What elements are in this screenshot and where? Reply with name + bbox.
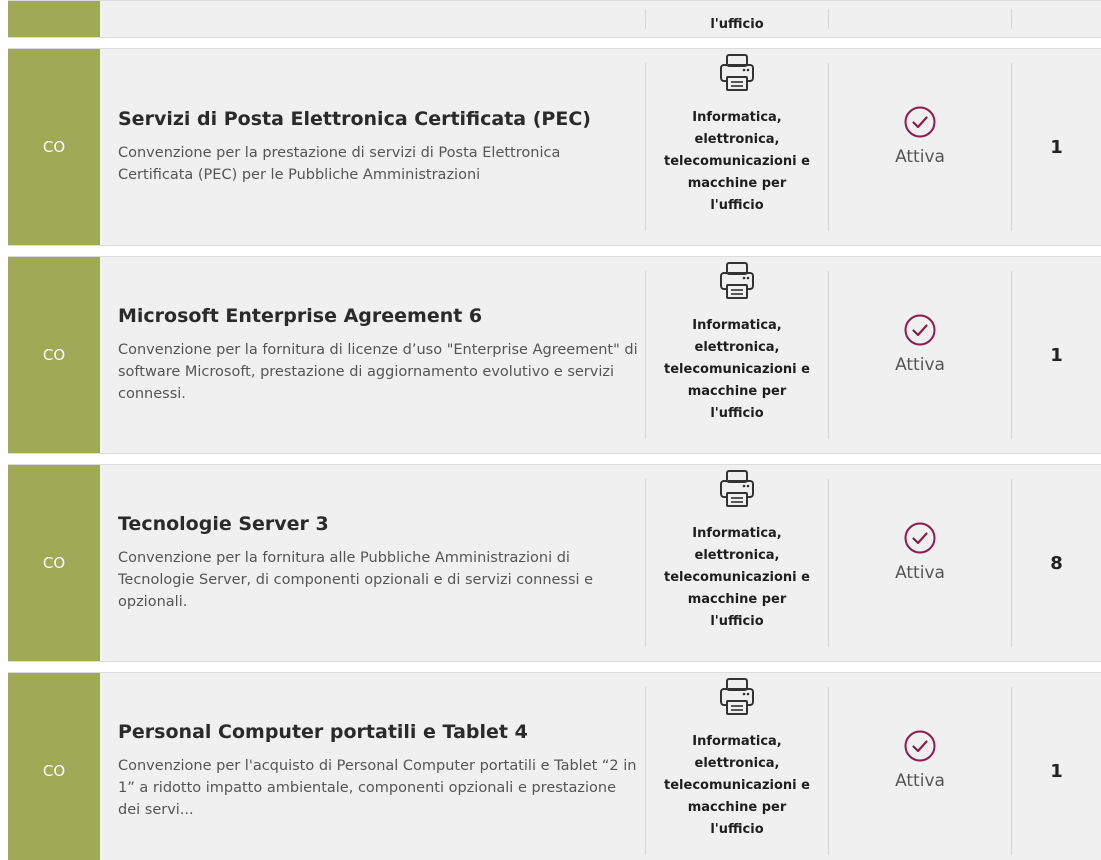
category-label-line: elettronica,: [694, 340, 780, 355]
category-label-line: l'ufficio: [710, 198, 764, 213]
type-badge: CO: [8, 673, 100, 860]
category-cell: Informatica, elettronica, telecomunicazi…: [646, 469, 828, 633]
category-cell: Informatica, elettronica, telecomunicazi…: [646, 53, 828, 217]
type-badge: CO: [8, 49, 100, 245]
status-cell: Attiva: [829, 313, 1011, 375]
item-description: Convenzione per la prestazione di serviz…: [118, 145, 561, 184]
printer-icon: [720, 470, 754, 507]
category-label-line: macchine per: [687, 384, 787, 399]
category-label-line: macchine per: [687, 800, 787, 815]
item-content: Tecnologie Server 3 Convenzione per la f…: [118, 465, 638, 661]
category-label-line: Informatica,: [692, 734, 782, 749]
item-description: Convenzione per la fornitura alle Pubbli…: [118, 550, 594, 611]
item-title[interactable]: Servizi di Posta Elettronica Certificata…: [118, 108, 638, 131]
check-circle-icon: [904, 314, 936, 346]
category-label-line: l'ufficio: [710, 614, 764, 629]
item-content: Servizi di Posta Elettronica Certificata…: [118, 49, 638, 245]
check-circle-icon: [904, 106, 936, 138]
category-label-line: macchine per: [687, 176, 787, 191]
list-item[interactable]: CO Personal Computer portatili e Tablet …: [8, 672, 1101, 860]
item-title[interactable]: Tecnologie Server 3: [118, 513, 638, 536]
type-badge: CO: [8, 257, 100, 453]
category-label-line: l'ufficio: [710, 406, 764, 421]
item-count: 8: [1050, 552, 1063, 574]
list-item-partial[interactable]: l'ufficio: [8, 0, 1101, 38]
list-item[interactable]: CO Servizi di Posta Elettronica Certific…: [8, 48, 1101, 246]
printer-icon: [720, 54, 754, 91]
item-description: Convenzione per la fornitura di licenze …: [118, 342, 638, 403]
category-label-line: telecomunicazioni e: [664, 778, 810, 793]
item-count: 1: [1050, 760, 1063, 782]
status-cell: Attiva: [829, 105, 1011, 167]
status-label: Attiva: [895, 563, 945, 583]
printer-icon: [720, 262, 754, 299]
item-count: 1: [1050, 344, 1063, 366]
status-label: Attiva: [895, 771, 945, 791]
category-label: l'ufficio: [710, 17, 764, 32]
item-count: 1: [1050, 136, 1063, 158]
item-content: Microsoft Enterprise Agreement 6 Convenz…: [118, 257, 638, 453]
type-badge: [8, 1, 100, 37]
item-title[interactable]: Personal Computer portatili e Tablet 4: [118, 721, 638, 744]
category-cell: Informatica, elettronica, telecomunicazi…: [646, 677, 828, 841]
category-label-line: Informatica,: [692, 318, 782, 333]
list-item[interactable]: CO Tecnologie Server 3 Convenzione per l…: [8, 464, 1101, 662]
status-cell: Attiva: [829, 521, 1011, 583]
item-description: Convenzione per l'acquisto di Personal C…: [118, 758, 637, 819]
category-label-line: telecomunicazioni e: [664, 154, 810, 169]
convenzioni-list: l'ufficio CO Servizi di Posta Elettronic…: [0, 0, 1101, 860]
category-cell: Informatica, elettronica, telecomunicazi…: [646, 261, 828, 425]
check-circle-icon: [904, 730, 936, 762]
category-label-line: elettronica,: [694, 548, 780, 563]
type-badge: CO: [8, 465, 100, 661]
status-label: Attiva: [895, 147, 945, 167]
category-label-line: elettronica,: [694, 132, 780, 147]
status-label: Attiva: [895, 355, 945, 375]
category-label-line: elettronica,: [694, 756, 780, 771]
column-divider: [828, 9, 829, 29]
category-label-line: telecomunicazioni e: [664, 362, 810, 377]
category-label-line: Informatica,: [692, 526, 782, 541]
check-circle-icon: [904, 522, 936, 554]
category-label-line: Informatica,: [692, 110, 782, 125]
category-label-line: l'ufficio: [710, 822, 764, 837]
printer-icon: [720, 678, 754, 715]
column-divider: [1011, 9, 1012, 29]
category-label-line: telecomunicazioni e: [664, 570, 810, 585]
status-cell: Attiva: [829, 729, 1011, 791]
item-content: Personal Computer portatili e Tablet 4 C…: [118, 673, 638, 860]
list-item[interactable]: CO Microsoft Enterprise Agreement 6 Conv…: [8, 256, 1101, 454]
item-title[interactable]: Microsoft Enterprise Agreement 6: [118, 305, 638, 328]
category-label-line: macchine per: [687, 592, 787, 607]
